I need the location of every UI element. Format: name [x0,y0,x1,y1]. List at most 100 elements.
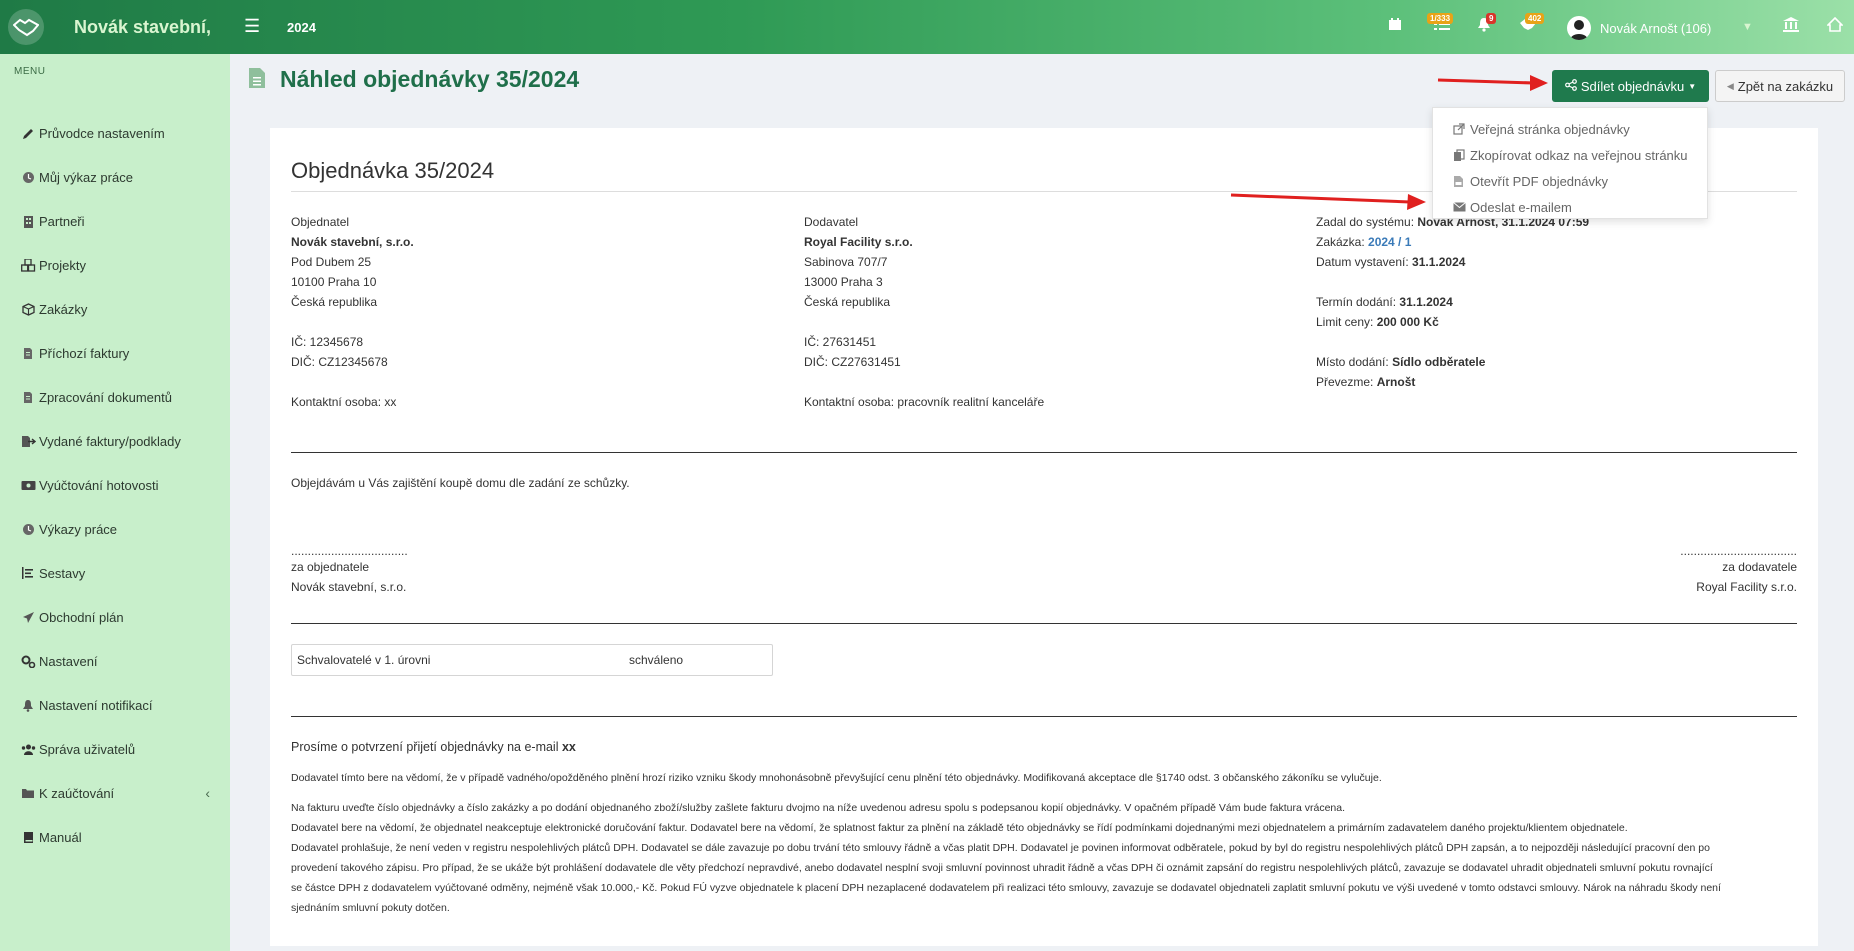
delivery-date: Termín dodání: 31.1.2024 [1316,292,1736,312]
sidebar-item-contracts[interactable]: Zakázky [0,289,230,329]
caret-left-icon: ◀ [1726,80,1734,91]
annotation-arrow-email [1230,193,1426,210]
sidebar-item-business-plan[interactable]: Obchodní plán [0,597,230,637]
copy-icon [1453,148,1467,162]
sidebar-item-label: Průvodce nastavením [39,125,165,141]
delivery-date-label: Termín dodání: [1316,295,1397,309]
brand-name[interactable]: Novák stavební, [74,17,211,38]
supplier-name: Royal Facility s.r.o. [804,235,913,249]
sidebar-item-reports[interactable]: Sestavy [0,553,230,593]
sidebar-item-label: Manuál [39,829,82,845]
sidebar-item-label: Sestavy [39,565,86,581]
terms-3: Dodavatel bere na vědomí, že objednatel … [291,822,1628,834]
pdf-icon [1453,175,1467,188]
dropdown-item-label: Zkopírovat odkaz na veřejnou stránku [1470,147,1688,163]
sidebar-item-label: Můj výkaz práce [39,169,133,185]
issue-date-label: Datum vystavení: [1316,255,1409,269]
dropdown-item-open-pdf[interactable]: Otevřít PDF objednávky [1433,168,1707,194]
approval-row: Schvalovatelé v 1. úrovni schváleno [291,644,773,676]
sidebar-item-notification-settings[interactable]: Nastavení notifikací [0,685,230,725]
sidebar-item-label: Projekty [39,257,86,273]
sidebar-item-timesheets[interactable]: Výkazy práce [0,509,230,549]
approval-label: Schvalovatelé v 1. úrovni [297,653,431,667]
dropdown-item-send-email[interactable]: Odeslat e-mailem [1433,194,1707,220]
sidebar-item-setup-wizard[interactable]: Průvodce nastavením [0,113,230,153]
external-link-icon [1453,123,1467,135]
share-order-button[interactable]: Sdílet objednávku ▼ [1552,70,1709,102]
buyer-signature-name: Novák stavební, s.r.o. [291,580,407,594]
supplier-country: Česká republika [804,295,891,309]
dropdown-item-public-page[interactable]: Veřejná stránka objednávky [1433,116,1707,142]
file-icon [20,346,36,360]
sidebar-item-cash-settlement[interactable]: Vyúčtování hotovosti [0,465,230,505]
sidebar-item-document-processing[interactable]: Zpracování dokumentů [0,377,230,417]
sidebar: MENU Průvodce nastavením Můj výkaz práce… [0,54,230,951]
buyer-signature: ................................... za o… [291,545,408,597]
page-header: Náhled objednávky 35/2024 [248,66,579,93]
contract-link[interactable]: 2024 / 1 [1368,235,1411,249]
sidebar-item-label: Zpracování dokumentů [39,389,172,405]
supplier-signature: ................................... za d… [1680,545,1797,597]
users-icon [20,742,36,756]
bank-icon[interactable] [1783,17,1799,36]
chevron-left-icon[interactable]: ‹ [205,785,210,801]
supplier-contact: Kontaktní osoba: pracovník realitní kanc… [804,395,1045,409]
user-dropdown-caret-icon[interactable]: ▼ [1742,21,1753,33]
cube-icon [20,302,36,316]
sidebar-item-issued-invoices[interactable]: Vydané faktury/podklady [0,421,230,461]
price-limit-value: 200 000 Kč [1376,315,1439,329]
terms-block: Na fakturu uveďte číslo objednávky a čís… [291,798,1797,918]
year-selector[interactable]: 2024 [287,20,316,35]
sidebar-item-label: Obchodní plán [39,609,124,625]
buyer-country: Česká republika [291,295,378,309]
delivery-place-label: Místo dodání: [1316,355,1389,369]
envelope-icon [1453,202,1467,212]
annotation-arrow-share [1437,75,1548,91]
dropdown-item-copy-link[interactable]: Zkopírovat odkaz na veřejnou stránku [1433,142,1707,168]
sidebar-item-label: Výkazy práce [39,521,118,537]
divider [291,716,1797,717]
menu-title: MENU [14,66,46,77]
issue-date: Datum vystavení: 31.1.2024 [1316,252,1736,272]
sidebar-item-manual[interactable]: Manuál [0,817,230,857]
sidebar-item-label: Správa uživatelů [39,741,136,757]
terms-4: provedení takového zápisu. Pro případ, ž… [291,862,1713,874]
sidebar-item-projects[interactable]: Projekty [0,245,230,285]
sidebar-item-user-management[interactable]: Správa uživatelů [0,729,230,769]
share-order-label: Sdílet objednávku [1580,78,1685,94]
sidebar-item-label: Zakázky [39,301,88,317]
notifications-badge: 9 [1486,13,1497,24]
handshake-logo-icon[interactable] [8,9,44,45]
buyer-ico: IČ: 12345678 [291,335,364,349]
sidebar-item-partners[interactable]: Partneři [0,201,230,241]
sidebar-item-label: Vyúčtování hotovosti [39,477,159,493]
receiver: Převezme: Arnošt [1316,372,1736,392]
buyer-dic: DIČ: CZ12345678 [291,355,388,369]
signature-line: ................................... [1680,544,1797,558]
sidebar-item-my-timesheet[interactable]: Můj výkaz práce [0,157,230,197]
back-to-contract-button[interactable]: ◀ Zpět na zakázku [1715,70,1845,102]
buyer-block: Objednatel Novák stavební, s.r.o. Pod Du… [291,212,771,412]
sidebar-item-incoming-invoices[interactable]: Příchozí faktury [0,333,230,373]
divider [291,452,1797,453]
order-title: Objednávka 35/2024 [291,158,495,183]
order-description: Objejdávám u Vás zajištění koupě domu dl… [291,476,630,490]
money-icon [20,478,36,492]
user-avatar[interactable] [1567,16,1591,40]
sidebar-item-settings[interactable]: Nastavení [0,641,230,681]
send-icon [20,610,36,624]
supplier-signature-label: za dodavatele [1722,560,1797,574]
sidebar-item-to-post[interactable]: K zaúčtování ‹ [0,773,230,813]
divider [291,623,1797,624]
home-icon[interactable] [1826,16,1844,36]
calendar-icon[interactable] [1388,17,1402,35]
pencil-icon [20,126,36,140]
supplier-dic: DIČ: CZ27631451 [804,355,901,369]
buyer-street: Pod Dubem 25 [291,255,372,269]
entered-by-label: Zadal do systému: [1316,215,1415,229]
hamburger-menu-icon[interactable]: ☰ [244,16,260,37]
document-icon [248,67,266,92]
order-card: Objednávka 35/2024 Objednatel Novák stav… [270,128,1818,946]
user-name[interactable]: Novák Arnošt (106) [1600,21,1711,36]
terms-4: Dodavatel prohlašuje, že není veden v re… [291,842,1710,854]
